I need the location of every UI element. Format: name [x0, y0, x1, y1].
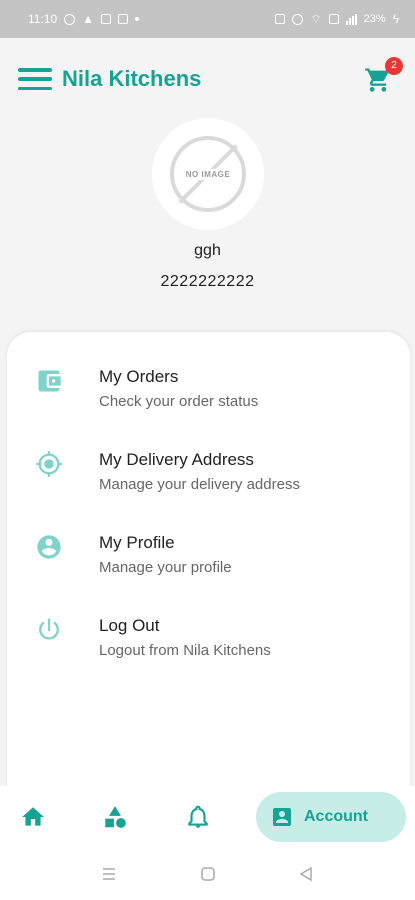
whatsapp-icon [64, 13, 76, 25]
vibrate-icon [275, 14, 286, 24]
data-icon [328, 14, 339, 24]
hamburger-menu-icon[interactable] [18, 65, 52, 93]
avatar[interactable]: NO IMAGE [152, 118, 264, 230]
home-button-icon[interactable] [200, 866, 216, 882]
menu-item-title: Log Out [99, 616, 160, 635]
account-circle-icon [37, 535, 61, 559]
nav-categories[interactable] [101, 803, 129, 831]
back-icon[interactable] [298, 866, 314, 882]
wifi-icon: ⌔ [310, 11, 322, 26]
app-header: Nila Kitchens 2 [0, 38, 415, 120]
cart-button[interactable]: 2 [363, 57, 403, 94]
menu-item-title: My Delivery Address [99, 450, 254, 469]
categories-icon [105, 806, 126, 828]
mail-icon [101, 14, 112, 24]
status-right: ⌔ 23% ϟ [275, 12, 399, 27]
bottom-navigation: Account [0, 786, 415, 848]
notifications-icon [188, 805, 208, 828]
menu-item-subtitle: Manage your delivery address [99, 476, 300, 493]
cart-count-badge: 2 [385, 57, 403, 75]
avatar-placeholder-text: NO IMAGE [183, 168, 233, 180]
menu-item-title: My Profile [99, 533, 175, 552]
menu-item-title: My Orders [99, 367, 179, 386]
menu-item-my-delivery-address[interactable]: My Delivery Address Manage your delivery… [7, 448, 410, 512]
power-icon [39, 618, 59, 640]
charging-icon: ϟ [392, 12, 399, 26]
menu-item-my-orders[interactable]: My Orders Check your order status [7, 365, 410, 429]
location-target-icon [36, 451, 62, 477]
app-title: Nila Kitchens [62, 66, 202, 91]
status-bar: 11:10 ▲ ⌔ 23% ϟ [0, 0, 415, 38]
more-notifications-icon [135, 17, 140, 21]
wallet-icon [38, 370, 61, 392]
home-icon [22, 807, 44, 826]
menu-item-subtitle: Manage your profile [99, 559, 232, 576]
menu-item-log-out[interactable]: Log Out Logout from Nila Kitchens [7, 614, 410, 678]
user-phone: 2222222222 [160, 273, 255, 290]
gallery-icon [118, 14, 129, 24]
status-left: 11:10 ▲ [28, 12, 140, 26]
user-name: ggh [194, 242, 221, 259]
nav-home[interactable] [19, 803, 47, 831]
signal-icon [345, 13, 357, 25]
recent-apps-icon[interactable] [101, 866, 117, 882]
battery-level: 23% [363, 13, 386, 25]
nav-notifications[interactable] [184, 803, 212, 831]
menu-item-subtitle: Logout from Nila Kitchens [99, 642, 271, 659]
app-notification-icon: ▲ [82, 12, 95, 26]
no-image-icon: NO IMAGE [170, 136, 246, 212]
system-navigation-bar [0, 848, 415, 900]
account-icon [273, 808, 291, 826]
nav-account-label: Account [304, 808, 368, 825]
menu-item-my-profile[interactable]: My Profile Manage your profile [7, 531, 410, 595]
account-menu-card: My Orders Check your order status My Del… [7, 332, 410, 802]
hotspot-icon [292, 13, 304, 25]
menu-item-subtitle: Check your order status [99, 393, 259, 410]
status-time: 11:10 [28, 12, 58, 26]
nav-account[interactable]: Account [256, 792, 406, 842]
